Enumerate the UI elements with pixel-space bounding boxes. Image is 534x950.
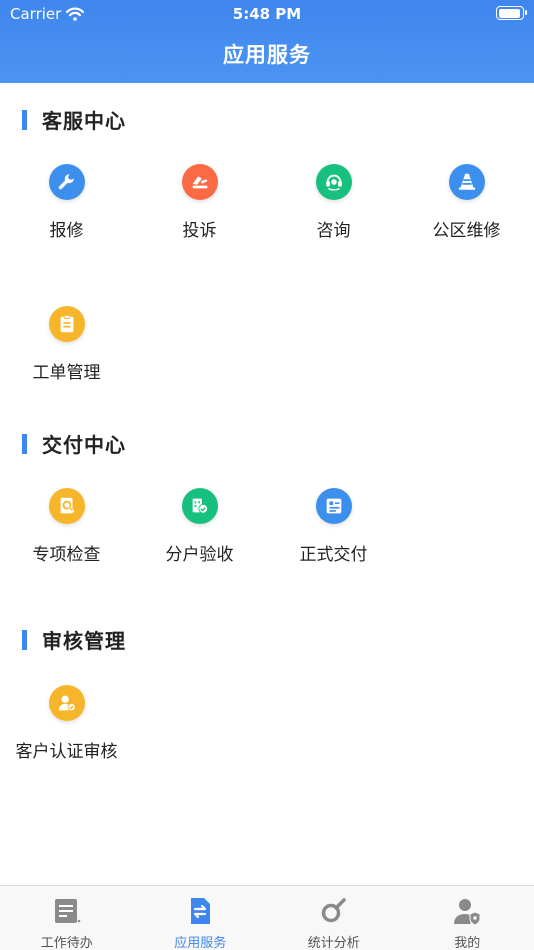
- tab-bar: 工作待办 应用服务 统计分析 我的: [0, 885, 534, 950]
- tile-label: 客户认证审核: [15, 742, 118, 762]
- section-title-text: 交付中心: [42, 433, 126, 457]
- tab-statistics[interactable]: 统计分析: [267, 886, 401, 950]
- traffic-cone-icon: [449, 164, 485, 200]
- profile-icon: [454, 899, 481, 926]
- tab-label: 应用服务: [174, 936, 227, 950]
- tab-app-service[interactable]: 应用服务: [134, 886, 268, 950]
- tab-todo[interactable]: 工作待办: [0, 886, 134, 950]
- section-marker: [22, 109, 27, 130]
- tile-complaint[interactable]: 投诉: [133, 164, 266, 274]
- section-title-audit: 审核管理: [22, 625, 126, 654]
- status-bar: Carrier 5:48 PM: [0, 0, 534, 28]
- battery-fill: [498, 8, 521, 18]
- tile-label: 工单管理: [32, 363, 101, 383]
- tile-label: 正式交付: [299, 545, 368, 565]
- todo-list-icon: [54, 899, 81, 923]
- acceptance-icon: [182, 488, 218, 524]
- header: Carrier 5:48 PM 应用服务: [0, 0, 534, 83]
- statistics-icon: [321, 898, 346, 923]
- section-title-delivery: 交付中心: [22, 429, 126, 458]
- tile-label: 公区维修: [432, 221, 501, 241]
- section-title-text: 客服中心: [42, 109, 126, 133]
- tile-label: 分户验收: [165, 545, 234, 565]
- status-time: 5:48 PM: [232, 5, 302, 23]
- user-verify-icon: [49, 685, 85, 721]
- page-title: 应用服务: [223, 43, 311, 67]
- section-marker: [22, 433, 27, 454]
- search-document-icon: [49, 488, 85, 524]
- complaint-icon: [182, 164, 218, 200]
- tile-household-acceptance[interactable]: 分户验收: [133, 488, 266, 598]
- tile-label: 投诉: [182, 221, 217, 241]
- section-marker: [22, 629, 27, 650]
- wrench-icon: [49, 164, 85, 200]
- tile-work-order[interactable]: 工单管理: [0, 306, 133, 416]
- headset-icon: [316, 164, 352, 200]
- battery-icon: [496, 6, 527, 20]
- clipboard-icon: [49, 306, 85, 342]
- tile-official-delivery[interactable]: 正式交付: [267, 488, 400, 598]
- tab-label: 我的: [454, 936, 481, 950]
- tile-public-repair[interactable]: 公区维修: [400, 164, 533, 274]
- tile-label: 咨询: [316, 221, 351, 241]
- tile-label: 专项检查: [32, 545, 101, 565]
- tile-repair[interactable]: 报修: [0, 164, 133, 274]
- section-title-text: 审核管理: [42, 629, 126, 653]
- tile-label: 报修: [49, 221, 84, 241]
- tab-label: 工作待办: [40, 936, 93, 950]
- tab-profile[interactable]: 我的: [401, 886, 534, 950]
- app-service-icon: [191, 898, 211, 924]
- tile-consult[interactable]: 咨询: [267, 164, 400, 274]
- delivery-icon: [316, 488, 352, 524]
- tile-special-inspection[interactable]: 专项检查: [0, 488, 133, 598]
- section-title-customer-service: 客服中心: [22, 105, 126, 134]
- tab-label: 统计分析: [307, 936, 360, 950]
- tile-customer-verification[interactable]: 客户认证审核: [0, 685, 133, 795]
